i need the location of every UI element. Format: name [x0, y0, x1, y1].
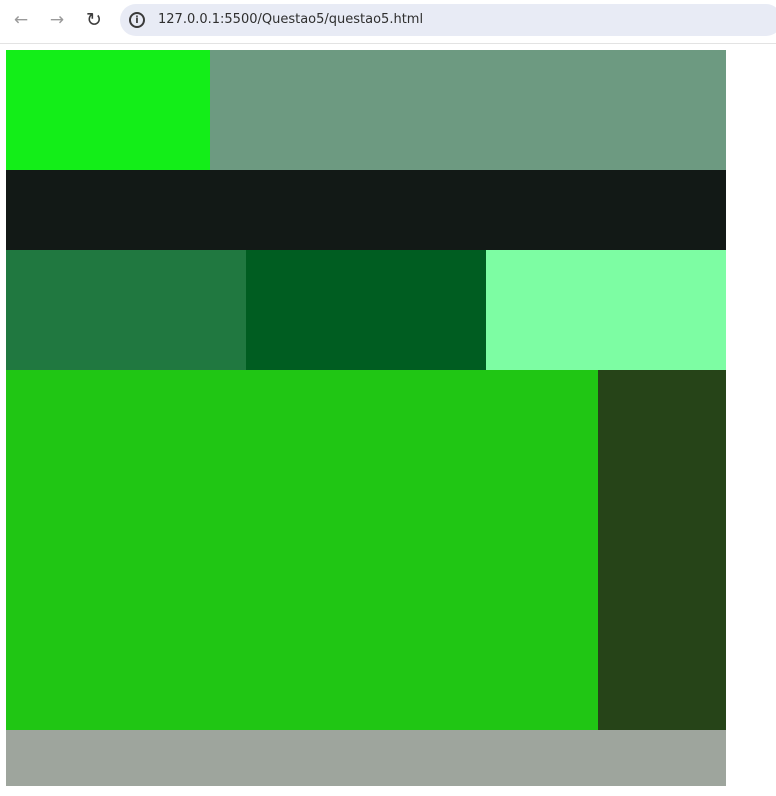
page-canvas [6, 50, 726, 786]
block-3 [6, 170, 726, 250]
block-9 [6, 730, 726, 786]
block-5 [246, 250, 486, 370]
block-4 [6, 250, 246, 370]
url-text[interactable]: 127.0.0.1:5500/Questao5/questao5.html [158, 12, 423, 27]
block-6 [486, 250, 726, 370]
back-button[interactable]: ← [5, 6, 37, 34]
arrow-right-icon: → [49, 10, 65, 30]
block-7 [6, 370, 598, 730]
block-2 [210, 50, 726, 170]
block-8 [598, 370, 726, 730]
reload-icon: ↻ [86, 9, 102, 31]
address-bar[interactable]: i 127.0.0.1:5500/Questao5/questao5.html [120, 4, 776, 36]
arrow-left-icon: ← [13, 10, 29, 30]
forward-button[interactable]: → [41, 6, 73, 34]
block-1 [6, 50, 210, 170]
browser-toolbar: ← → ↻ i 127.0.0.1:5500/Questao5/questao5… [0, 0, 776, 44]
info-icon[interactable]: i [129, 12, 145, 28]
reload-button[interactable]: ↻ [78, 6, 110, 34]
